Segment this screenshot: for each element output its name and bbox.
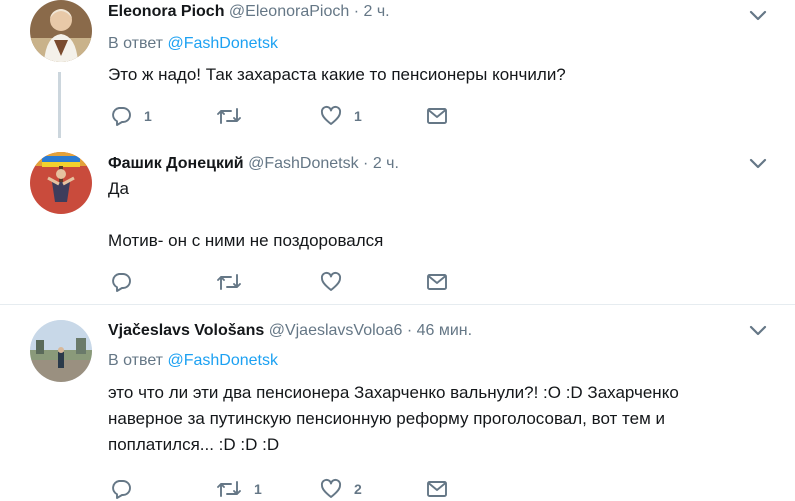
user-handle[interactable]: @VjaeslavsVoloa6: [269, 322, 403, 339]
tweet-eleonora[interactable]: Eleonora Pioch @EleonoraPioch · 2 ч. В о…: [0, 0, 795, 140]
envelope-icon[interactable]: [426, 105, 448, 127]
chevron-down-icon[interactable]: [748, 9, 768, 23]
retweet-icon[interactable]: [216, 478, 242, 500]
dm-button[interactable]: [426, 477, 448, 501]
timestamp[interactable]: 2 ч.: [373, 155, 399, 172]
tweet-header: Eleonora Pioch @EleonoraPioch · 2 ч.: [108, 2, 390, 22]
envelope-icon[interactable]: [426, 271, 448, 293]
dm-button[interactable]: [426, 270, 448, 294]
tweet-text-line: наверное за путинскую пенсионную реформу…: [108, 409, 665, 428]
tweet-text: Да Мотив- он с ними не поздоровался: [108, 176, 768, 254]
tweet-fashdonetsk[interactable]: Фашик Донецкий @FashDonetsk · 2 ч. Да Мо…: [0, 140, 795, 304]
heart-icon[interactable]: [320, 271, 342, 293]
user-name[interactable]: Eleonora Pioch: [108, 3, 224, 20]
tweet-actions: 1 2: [108, 477, 508, 501]
reply-prefix: В ответ: [108, 35, 164, 52]
user-name[interactable]: Фашик Донецкий: [108, 155, 244, 172]
tweet-header: Фашик Донецкий @FashDonetsk · 2 ч.: [108, 154, 399, 174]
avatar[interactable]: [30, 152, 92, 214]
tweet-header: Vjačeslavs Vološans @VjaeslavsVoloa6 · 4…: [108, 321, 472, 341]
like-button[interactable]: 2: [320, 477, 362, 501]
retweet-count: 1: [254, 481, 262, 497]
timestamp[interactable]: 2 ч.: [363, 3, 389, 20]
separator-dot: ·: [363, 155, 369, 172]
chevron-down-icon[interactable]: [748, 324, 768, 338]
separator-dot: ·: [406, 322, 413, 339]
thread-connector-line: [58, 72, 61, 138]
reply-button[interactable]: [110, 270, 144, 294]
reply-count: 1: [144, 108, 152, 124]
reply-icon[interactable]: [110, 271, 132, 293]
tweet-text-line: это что ли эти два пенсионера Захарченко…: [108, 383, 679, 402]
reply-prefix: В ответ: [108, 352, 164, 369]
like-count: 2: [354, 481, 362, 497]
tweet-text: Это ж надо! Так захараста какие то пенси…: [108, 62, 768, 88]
retweet-button[interactable]: 1: [216, 477, 262, 501]
reply-icon[interactable]: [110, 105, 132, 127]
user-name[interactable]: Vjačeslavs Vološans: [108, 322, 264, 339]
user-handle[interactable]: @EleonoraPioch: [229, 3, 349, 20]
reply-mention-link[interactable]: @FashDonetsk: [167, 35, 278, 52]
tweet-text-line: поплатился... :D :D :D: [108, 435, 280, 454]
tweet-actions: 1 1: [108, 104, 508, 128]
retweet-icon[interactable]: [216, 105, 242, 127]
reply-mention-link[interactable]: @FashDonetsk: [167, 352, 278, 369]
tweet-text-line: Это ж надо! Так захараста какие то пенси…: [108, 65, 566, 84]
reply-button[interactable]: 1: [110, 104, 152, 128]
heart-icon[interactable]: [320, 105, 342, 127]
like-count: 1: [354, 108, 362, 124]
retweet-button[interactable]: [216, 270, 254, 294]
retweet-button[interactable]: [216, 104, 254, 128]
reply-context: В ответ @FashDonetsk: [108, 351, 278, 371]
avatar[interactable]: [30, 320, 92, 382]
tweet-text-line: [108, 202, 768, 228]
chevron-down-icon[interactable]: [748, 157, 768, 171]
reply-icon[interactable]: [110, 478, 132, 500]
tweet-actions: [108, 270, 508, 294]
like-button[interactable]: [320, 270, 354, 294]
heart-icon[interactable]: [320, 478, 342, 500]
retweet-icon[interactable]: [216, 271, 242, 293]
tweet-text: это что ли эти два пенсионера Захарченко…: [108, 380, 768, 458]
user-handle[interactable]: @FashDonetsk: [248, 155, 359, 172]
tweet-vjaceslavs[interactable]: Vjačeslavs Vološans @VjaeslavsVoloa6 · 4…: [0, 305, 795, 499]
tweet-text-line: Да: [108, 179, 129, 198]
envelope-icon[interactable]: [426, 478, 448, 500]
reply-button[interactable]: [110, 477, 144, 501]
avatar[interactable]: [30, 0, 92, 62]
dm-button[interactable]: [426, 104, 448, 128]
tweet-text-line: Мотив- он с ними не поздоровался: [108, 231, 384, 250]
like-button[interactable]: 1: [320, 104, 362, 128]
separator-dot: ·: [353, 3, 360, 20]
reply-context: В ответ @FashDonetsk: [108, 34, 278, 54]
timestamp[interactable]: 46 мин.: [417, 322, 472, 339]
